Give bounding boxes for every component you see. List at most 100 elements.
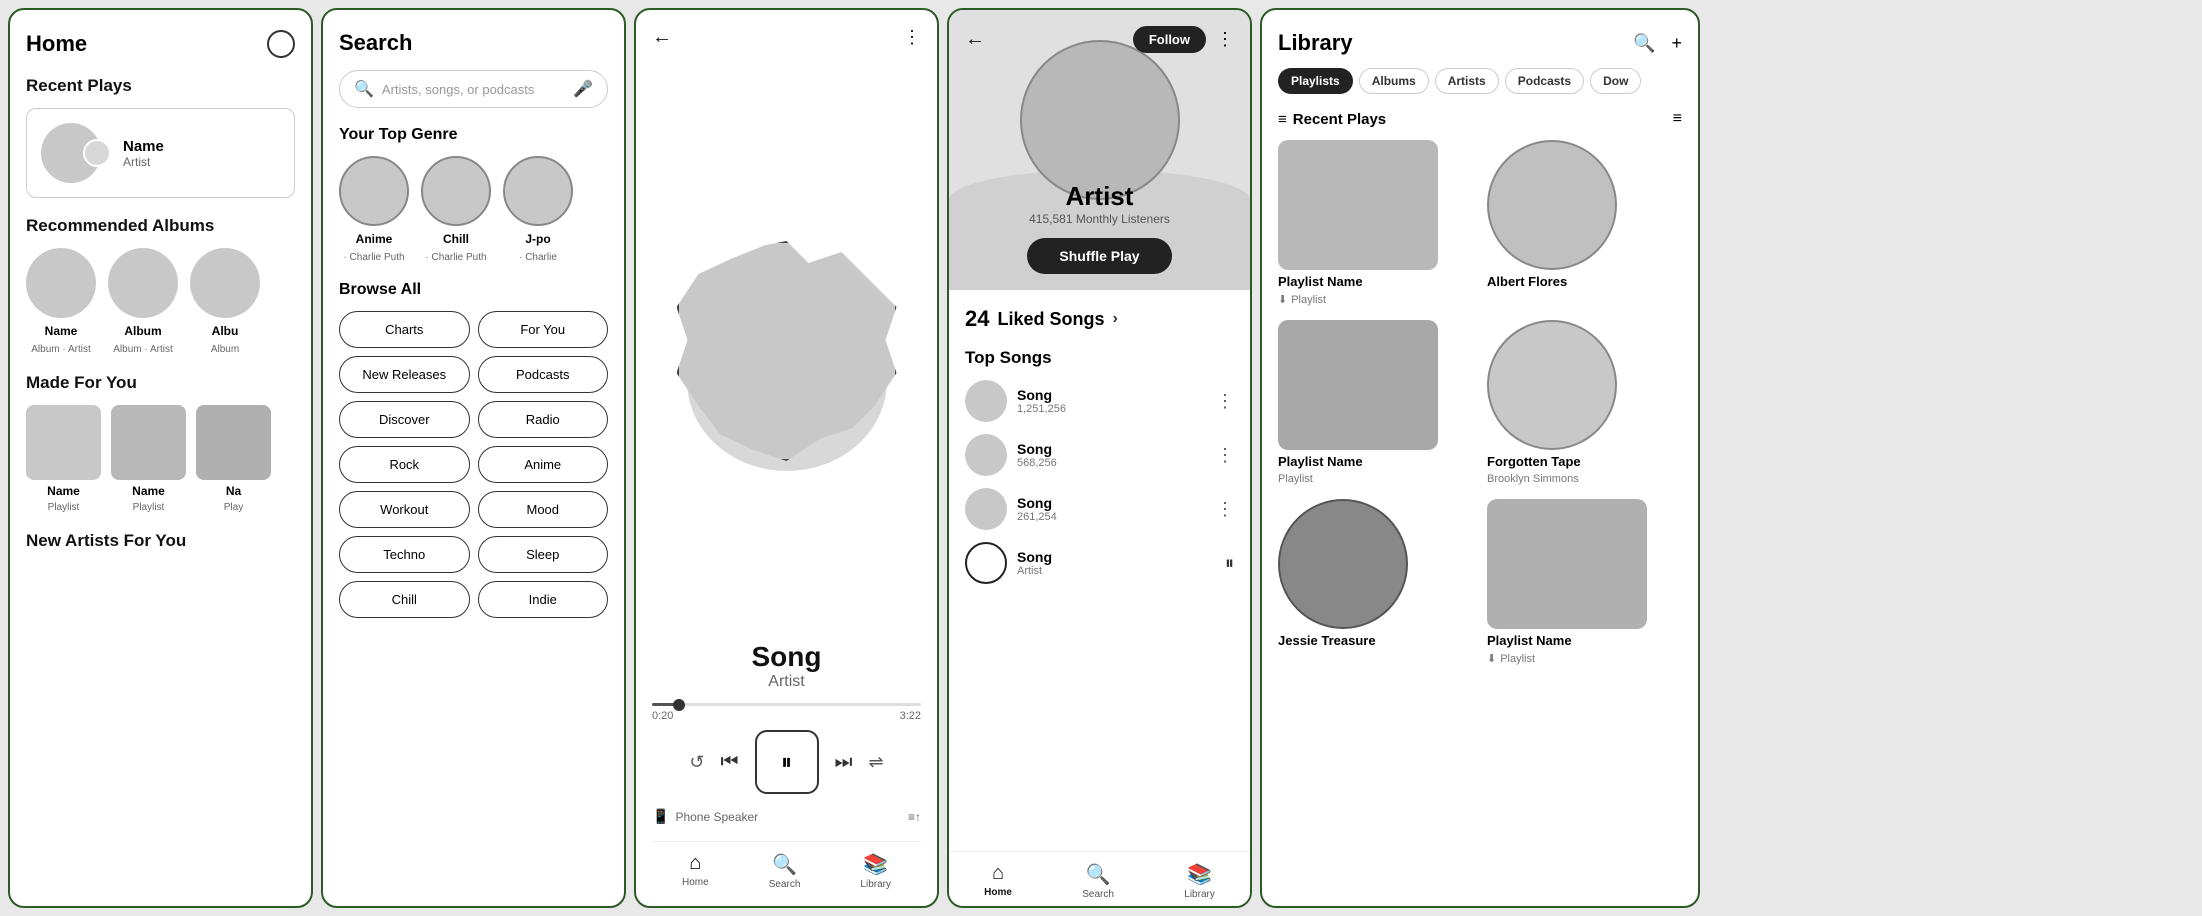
browse-for-you-button[interactable]: For You [478, 311, 609, 348]
playlist-item-1[interactable]: Name Playlist [26, 405, 101, 513]
pause-button[interactable]: ⏸ [755, 730, 819, 794]
tab-playlists[interactable]: Playlists [1278, 68, 1353, 94]
browse-sleep-button[interactable]: Sleep [478, 536, 609, 573]
profile-button[interactable] [267, 30, 295, 58]
artist-more-button[interactable]: ⋮ [1216, 29, 1234, 50]
genre-sub-chill: · Charlie Puth [425, 252, 486, 263]
progress-bar[interactable] [652, 703, 921, 706]
tab-albums[interactable]: Albums [1359, 68, 1429, 94]
artist-top-controls: ← Follow ⋮ [965, 26, 1234, 53]
artist-song-row-3[interactable]: Song 261,254 ⋮ [965, 488, 1234, 530]
playlist-item-3[interactable]: Na Play [196, 405, 271, 513]
download-icon-6: ⬇ [1487, 652, 1496, 665]
total-time: 3:22 [900, 710, 921, 722]
album-item-1[interactable]: Name Album · Artist [26, 248, 96, 355]
artist-song-row-1[interactable]: Song 1,251,256 ⋮ [965, 380, 1234, 422]
browse-indie-button[interactable]: Indie [478, 581, 609, 618]
album-item-3[interactable]: Albu Album [190, 248, 260, 355]
album-sub-3: Album [211, 344, 239, 355]
search-bar[interactable]: 🔍 Artists, songs, or podcasts 🎤 [339, 70, 608, 108]
library-nav-label: Library [860, 879, 891, 890]
nav-search[interactable]: 🔍 Search [769, 852, 801, 890]
progress-times: 0:20 3:22 [652, 710, 921, 722]
player-bottom-nav: ⌂ Home 🔍 Search 📚 Library [652, 841, 921, 890]
library-item-5[interactable]: Jessie Treasure [1278, 499, 1473, 665]
lib-name-3: Playlist Name [1278, 454, 1363, 469]
album-sub-2: Album · Artist [113, 344, 172, 355]
sort-icon[interactable]: ≡ [1278, 111, 1287, 128]
back-button[interactable]: ← [652, 26, 672, 49]
library-item-6[interactable]: Playlist Name ⬇ Playlist [1487, 499, 1682, 665]
artist-home-nav-label: Home [984, 887, 1012, 898]
artist-nav-search[interactable]: 🔍 Search [1082, 862, 1114, 900]
small-art-circle [83, 139, 111, 167]
song-more-3[interactable]: ⋮ [1216, 499, 1234, 520]
browse-new-releases-button[interactable]: New Releases [339, 356, 470, 393]
library-search-icon[interactable]: 🔍 [1633, 33, 1655, 54]
library-item-4[interactable]: Forgotten Tape Brooklyn Simmons [1487, 320, 1682, 485]
previous-button[interactable]: ⏮ [721, 751, 739, 774]
browse-techno-button[interactable]: Techno [339, 536, 470, 573]
album-art-container [652, 61, 921, 641]
browse-charts-button[interactable]: Charts [339, 311, 470, 348]
artist-song-row-2[interactable]: Song 568,256 ⋮ [965, 434, 1234, 476]
nav-library[interactable]: 📚 Library [860, 852, 891, 890]
progress-dot [673, 699, 685, 711]
browse-workout-button[interactable]: Workout [339, 491, 470, 528]
lib-art-5 [1278, 499, 1408, 629]
album-item-2[interactable]: Album Album · Artist [108, 248, 178, 355]
browse-title: Browse All [339, 281, 608, 299]
tab-podcasts[interactable]: Podcasts [1505, 68, 1584, 94]
artist-song-row-4[interactable]: Song Artist ⏸ [965, 542, 1234, 584]
artist-back-button[interactable]: ← [965, 28, 985, 51]
current-time: 0:20 [652, 710, 673, 722]
song-name-1: Song [1017, 387, 1206, 403]
song-more-1[interactable]: ⋮ [1216, 391, 1234, 412]
browse-mood-button[interactable]: Mood [478, 491, 609, 528]
shuffle-play-button[interactable]: Shuffle Play [1027, 238, 1171, 274]
library-item-3[interactable]: Playlist Name Playlist [1278, 320, 1473, 485]
lib-sub-text-6: Playlist [1500, 653, 1535, 665]
library-add-icon[interactable]: + [1671, 33, 1682, 54]
genre-item-jpop[interactable]: J-po · Charlie [503, 156, 573, 263]
browse-radio-button[interactable]: Radio [478, 401, 609, 438]
more-options-button[interactable]: ⋮ [903, 27, 921, 48]
browse-podcasts-button[interactable]: Podcasts [478, 356, 609, 393]
liked-songs-row[interactable]: 24 Liked Songs › [965, 306, 1234, 332]
genre-label-jpop: J-po [525, 232, 550, 246]
browse-discover-button[interactable]: Discover [339, 401, 470, 438]
tab-artists[interactable]: Artists [1435, 68, 1499, 94]
playlist-item-2[interactable]: Name Playlist [111, 405, 186, 513]
genre-item-chill[interactable]: Chill · Charlie Puth [421, 156, 491, 263]
queue-icon[interactable]: ≡↑ [908, 810, 921, 824]
nav-home[interactable]: ⌂ Home [682, 852, 709, 890]
browse-chill-button[interactable]: Chill [339, 581, 470, 618]
browse-anime-button[interactable]: Anime [478, 446, 609, 483]
browse-rock-button[interactable]: Rock [339, 446, 470, 483]
artist-info: Artist 415,581 Monthly Listeners Shuffle… [1027, 181, 1171, 274]
genre-item-anime[interactable]: Anime · Charlie Puth [339, 156, 409, 263]
list-view-icon[interactable]: ≡ [1673, 110, 1682, 128]
tab-downloads[interactable]: Dow [1590, 68, 1641, 94]
song-more-2[interactable]: ⋮ [1216, 445, 1234, 466]
artist-nav-library[interactable]: 📚 Library [1184, 862, 1215, 900]
search-input[interactable]: Artists, songs, or podcasts [382, 82, 565, 97]
song-info-4: Song Artist [1017, 549, 1215, 577]
artist-listeners: 415,581 Monthly Listeners [1027, 212, 1171, 226]
microphone-icon[interactable]: 🎤 [573, 79, 593, 99]
playlist-name-1: Name [47, 484, 80, 498]
recent-name: Name [123, 138, 164, 155]
recent-info: Name Artist [123, 138, 164, 169]
library-item-1[interactable]: Playlist Name ⬇ Playlist [1278, 140, 1473, 306]
recent-plays-card[interactable]: Name Artist [26, 108, 295, 198]
pause-inline-icon[interactable]: ⏸ [1225, 553, 1234, 574]
artist-nav-home[interactable]: ⌂ Home [984, 862, 1012, 900]
repeat-button[interactable]: ↺ [689, 752, 704, 773]
player-footer: 📱 Phone Speaker ≡↑ [652, 808, 921, 825]
recent-plays-text: Recent Plays [1293, 111, 1386, 128]
follow-button[interactable]: Follow [1133, 26, 1206, 53]
song-info-3: Song 261,254 [1017, 495, 1206, 523]
library-item-2[interactable]: Albert Flores [1487, 140, 1682, 306]
shuffle-button[interactable]: ⇌ [869, 752, 884, 773]
next-button[interactable]: ⏭ [835, 751, 853, 774]
